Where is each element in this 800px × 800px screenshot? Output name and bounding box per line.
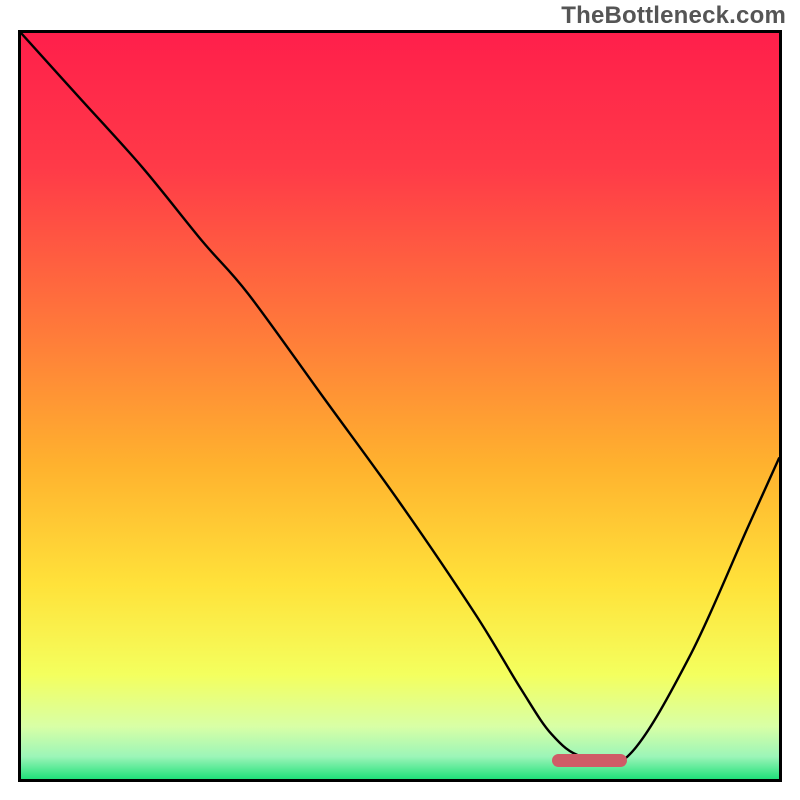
bottleneck-curve [21,33,779,779]
plot-area [18,30,782,782]
optimal-range-marker [552,754,628,767]
chart-container: TheBottleneck.com [0,0,800,800]
watermark-text: TheBottleneck.com [561,2,786,30]
